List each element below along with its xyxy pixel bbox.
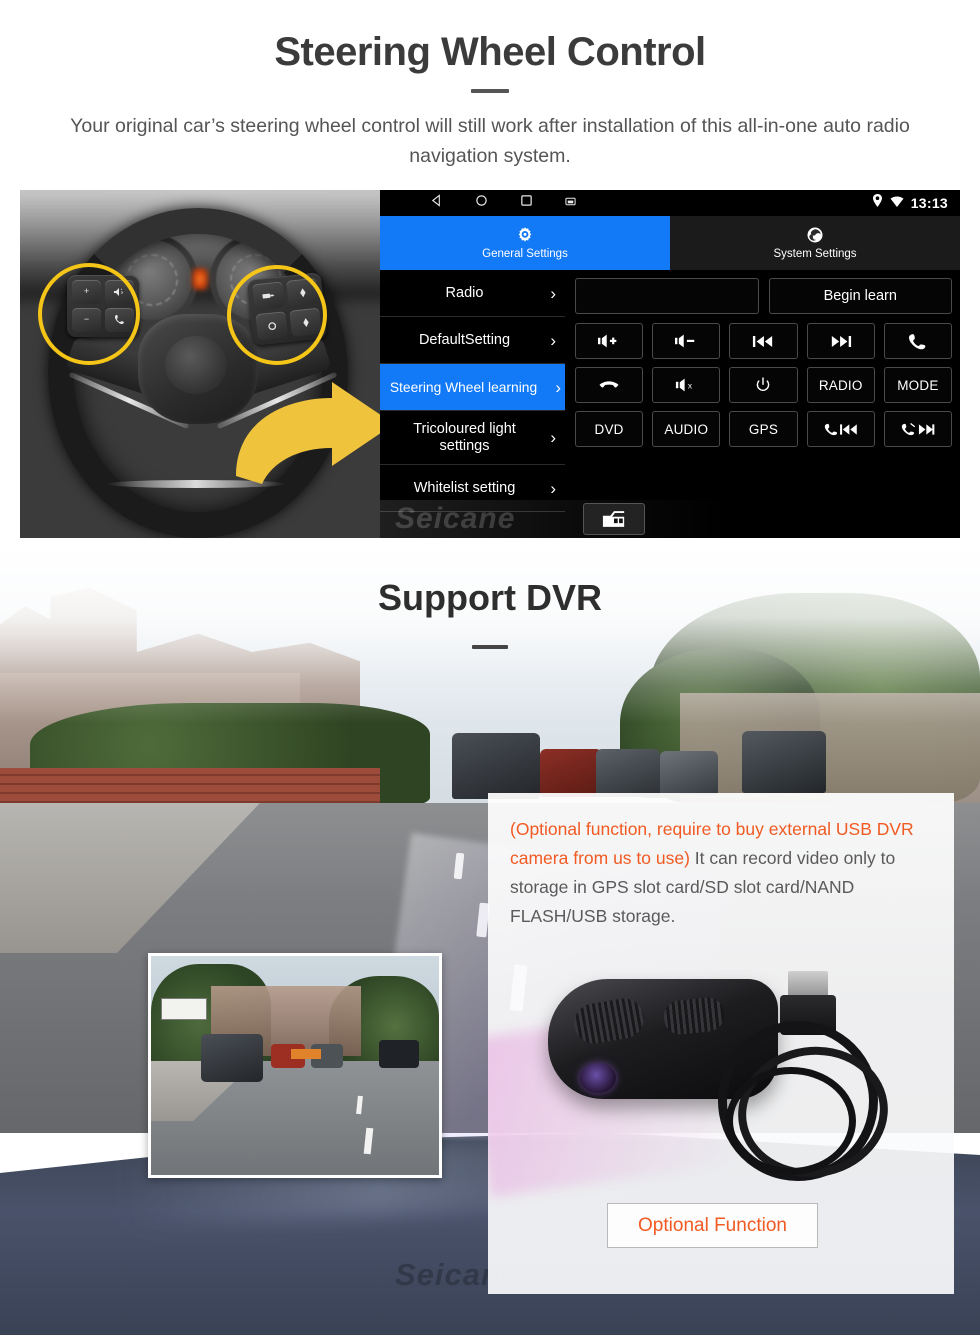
menu-item-defaultsetting[interactable]: DefaultSetting › bbox=[380, 317, 565, 364]
begin-learn-button[interactable]: Begin learn bbox=[768, 278, 952, 314]
dvr-info-card: (Optional function, require to buy exter… bbox=[488, 793, 954, 1294]
section1-subtitle: Your original car’s steering wheel contr… bbox=[70, 115, 910, 167]
swc-volume-up-button[interactable] bbox=[575, 323, 644, 359]
swc-phone-hangup-button[interactable] bbox=[575, 367, 644, 403]
section2-title: Support DVR bbox=[378, 577, 602, 618]
chevron-right-icon: › bbox=[550, 478, 556, 498]
swc-dvd-button[interactable]: DVD bbox=[575, 411, 644, 447]
dvr-recording-preview bbox=[148, 953, 442, 1178]
swc-function-grid: x RADIO MODE DVD AUDIO GPS bbox=[575, 323, 952, 447]
swc-radio-button[interactable]: RADIO bbox=[806, 367, 875, 403]
steering-wheel-control-section: Steering Wheel Control Your original car… bbox=[0, 0, 980, 553]
chevron-right-icon: › bbox=[550, 428, 556, 447]
chevron-right-icon: › bbox=[555, 377, 561, 397]
head-unit-watermark: Seicane bbox=[395, 502, 516, 535]
tab-general-settings[interactable]: General Settings bbox=[380, 216, 670, 270]
usb-dvr-camera-photo bbox=[488, 961, 954, 1211]
android-nav-keys[interactable] bbox=[430, 194, 576, 212]
wifi-icon bbox=[890, 194, 904, 212]
swc-next-track-button[interactable] bbox=[806, 323, 875, 359]
swc-phone-previous-button[interactable] bbox=[806, 411, 875, 447]
head-unit-screen: 13:13 General Settings System Settings R… bbox=[380, 190, 960, 538]
swc-phone-reject-next-button[interactable] bbox=[883, 411, 952, 447]
back-icon[interactable] bbox=[430, 194, 443, 212]
panel-top-row: Begin learn bbox=[575, 278, 952, 314]
dvr-info-text: (Optional function, require to buy exter… bbox=[488, 793, 954, 931]
location-pin-icon bbox=[872, 194, 883, 212]
swc-previous-track-button[interactable] bbox=[729, 323, 798, 359]
android-status-bar: 13:13 bbox=[380, 190, 960, 216]
menu-item-defaultsetting-label: DefaultSetting bbox=[418, 331, 511, 348]
section2-title-divider bbox=[472, 645, 508, 649]
parked-car bbox=[742, 731, 826, 793]
menu-item-tricoloured-light-settings[interactable]: Tricoloured light settings › bbox=[380, 411, 565, 465]
gear-icon bbox=[515, 226, 535, 246]
optional-function-button[interactable]: Optional Function bbox=[607, 1203, 818, 1248]
title-divider bbox=[471, 89, 509, 93]
airbag-cover bbox=[165, 336, 227, 394]
home-icon[interactable] bbox=[475, 194, 488, 212]
swc-gps-button[interactable]: GPS bbox=[729, 411, 798, 447]
steering-wheel-learning-panel: Begin learn x RADIO MODE DVD AUDIO GPS bbox=[565, 270, 960, 538]
settings-menu-list: Radio › DefaultSetting › Steering Wheel … bbox=[380, 270, 565, 538]
swc-volume-down-button[interactable] bbox=[652, 323, 721, 359]
head-unit-tabs: General Settings System Settings bbox=[380, 216, 960, 270]
yellow-arrow-icon bbox=[228, 380, 380, 490]
section1-title: Steering Wheel Control bbox=[274, 30, 706, 74]
parked-car bbox=[660, 751, 718, 795]
swc-audio-button[interactable]: AUDIO bbox=[652, 411, 721, 447]
swc-mute-button[interactable]: x bbox=[652, 367, 721, 403]
tab-system-settings[interactable]: System Settings bbox=[670, 216, 960, 270]
menu-item-steering-wheel-learning[interactable]: Steering Wheel learning › bbox=[380, 364, 565, 411]
menu-item-tricoloured-light-settings-label: Tricoloured light settings bbox=[413, 420, 516, 454]
steering-wheel-photo: + − bbox=[20, 190, 380, 538]
parked-car bbox=[596, 749, 660, 797]
swc-power-button[interactable] bbox=[729, 367, 798, 403]
head-unit-body: Radio › DefaultSetting › Steering Wheel … bbox=[380, 270, 960, 538]
menu-item-whitelist-setting-label: Whitelist setting bbox=[413, 479, 516, 496]
parked-car bbox=[540, 749, 602, 797]
swc-mode-button[interactable]: MODE bbox=[883, 367, 952, 403]
product-image-strip: + − 13:13 General Settings System Settin… bbox=[20, 190, 960, 538]
tab-system-settings-label: System Settings bbox=[773, 248, 857, 260]
svg-text:x: x bbox=[688, 382, 693, 391]
highlight-circle-right bbox=[227, 265, 327, 365]
learn-input-field[interactable] bbox=[575, 278, 759, 314]
system-logo-icon bbox=[805, 226, 825, 246]
swc-phone-answer-button[interactable] bbox=[883, 323, 952, 359]
highlight-circle-left bbox=[38, 263, 140, 365]
menu-item-steering-wheel-learning-label: Steering Wheel learning bbox=[389, 379, 538, 395]
chevron-right-icon: › bbox=[550, 330, 556, 350]
tab-general-settings-label: General Settings bbox=[482, 248, 568, 260]
recents-icon[interactable] bbox=[520, 194, 533, 212]
parked-car bbox=[452, 733, 540, 799]
menu-item-radio[interactable]: Radio › bbox=[380, 270, 565, 317]
screenshot-icon[interactable] bbox=[565, 194, 576, 212]
status-bar-right: 13:13 bbox=[872, 194, 948, 212]
chevron-right-icon: › bbox=[550, 283, 556, 303]
status-bar-clock: 13:13 bbox=[910, 195, 948, 211]
car-front-icon[interactable] bbox=[583, 503, 645, 535]
menu-item-radio-label: Radio bbox=[445, 284, 484, 301]
